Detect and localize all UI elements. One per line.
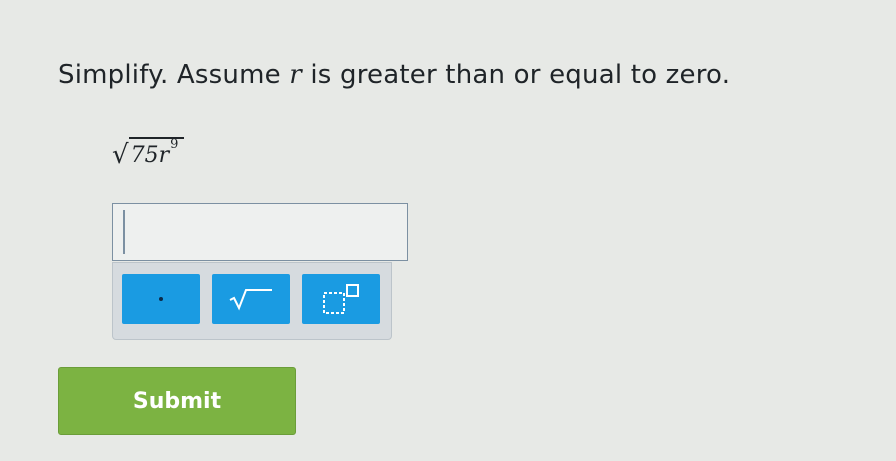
dot-icon [159, 297, 163, 301]
square-root-key[interactable] [212, 274, 290, 324]
prompt-text-start: Simplify. Assume [58, 60, 290, 90]
prompt-variable: r [289, 60, 302, 90]
question-prompt: Simplify. Assume r is greater than or eq… [58, 60, 730, 90]
square-root-icon: √ [112, 140, 129, 170]
answer-input[interactable] [112, 203, 408, 261]
exponent-key[interactable] [302, 274, 380, 324]
submit-button[interactable]: Submit [58, 367, 296, 435]
exponent-box-icon [323, 284, 359, 314]
dot-key[interactable] [122, 274, 200, 324]
text-cursor [123, 210, 125, 254]
prompt-text-end: is greater than or equal to zero. [301, 60, 731, 90]
radicand-exponent: 9 [170, 137, 179, 152]
radicand-base: 75r [130, 143, 170, 168]
math-keypad [112, 262, 392, 340]
radical-expression: √ 75r 9 [112, 126, 185, 170]
square-root-icon [229, 289, 272, 311]
radicand: 75r 9 [128, 137, 185, 168]
